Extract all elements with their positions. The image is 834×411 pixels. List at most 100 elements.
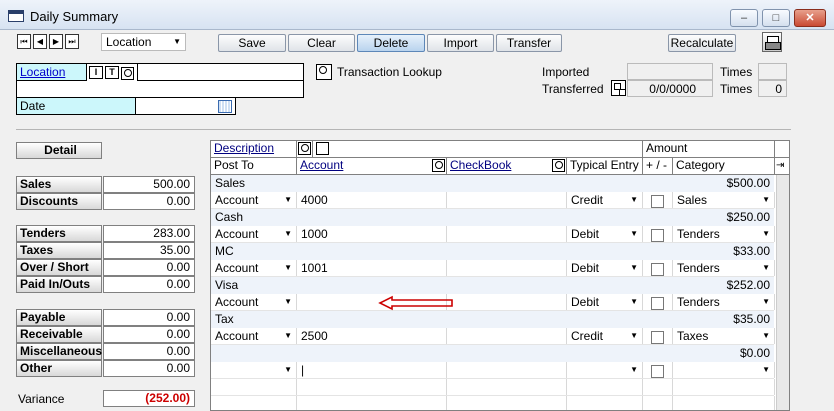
checkbook-header[interactable]: CheckBook — [447, 158, 567, 175]
category-select[interactable]: Tenders ▼ — [673, 226, 775, 242]
summary-button-sales[interactable]: Sales — [16, 176, 102, 193]
prev-record-button[interactable]: ◀ — [33, 34, 47, 49]
checkbook-input[interactable] — [447, 226, 567, 242]
transfer-button[interactable]: Transfer — [496, 34, 562, 52]
account-input[interactable]: 1001 — [297, 260, 447, 276]
summary-button-other[interactable]: Other — [16, 360, 102, 377]
account-input[interactable]: 4000 — [297, 192, 447, 208]
empty-row — [211, 379, 775, 396]
location-input[interactable] — [137, 64, 303, 81]
transaction-lookup-label[interactable]: Transaction Lookup — [337, 65, 442, 79]
post-to-select[interactable]: ▼ — [211, 362, 297, 378]
account-search-icon[interactable] — [432, 159, 445, 172]
typical-entry-select[interactable]: Credit ▼ — [567, 328, 643, 344]
category-header: Category — [673, 158, 775, 175]
post-to-select[interactable]: Account ▼ — [211, 192, 297, 208]
sign-checkbox[interactable] — [651, 229, 664, 242]
close-button[interactable]: ✕ — [794, 9, 826, 27]
summary-button-payable[interactable]: Payable — [16, 309, 102, 326]
location-label[interactable]: Location — [17, 64, 87, 81]
typical-entry-select[interactable]: Credit ▼ — [567, 192, 643, 208]
post-to-select[interactable]: Account ▼ — [211, 226, 297, 242]
export-icon[interactable]: ⇥ — [775, 158, 789, 175]
description-search-icon[interactable] — [297, 141, 313, 158]
typical-entry-select[interactable]: Debit ▼ — [567, 294, 643, 310]
summary-button-taxes[interactable]: Taxes — [16, 242, 102, 259]
post-to-select[interactable]: Account ▼ — [211, 294, 297, 310]
next-record-button[interactable]: ▶ — [49, 34, 63, 49]
last-record-button[interactable]: ⏭ — [65, 34, 79, 49]
description-header[interactable]: Description — [211, 141, 297, 158]
delete-button[interactable]: Delete — [357, 34, 425, 52]
imported-label: Imported — [542, 65, 590, 79]
checkbook-input[interactable] — [447, 362, 567, 378]
window-title: Daily Summary — [30, 9, 119, 24]
calendar-icon[interactable] — [218, 100, 232, 113]
typical-entry-select[interactable]: Debit ▼ — [567, 226, 643, 242]
summary-button-miscellaneous[interactable]: Miscellaneous — [16, 343, 102, 360]
group-row[interactable]: Tax $35.00 — [211, 311, 774, 328]
chevron-down-icon: ▼ — [762, 365, 770, 374]
clear-button[interactable]: Clear — [288, 34, 355, 52]
summary-button-over-short[interactable]: Over / Short — [16, 259, 102, 276]
recalculate-button[interactable]: Recalculate — [668, 34, 736, 52]
minimize-button[interactable]: – — [730, 9, 758, 27]
text-icon[interactable]: T — [105, 66, 119, 79]
checkbook-input[interactable] — [447, 260, 567, 276]
title-bar: Daily Summary – □ ✕ — [0, 0, 834, 30]
info-icon[interactable]: I — [89, 66, 103, 79]
detail-row: Account ▼ 1001 Debit ▼ Tenders ▼ — [211, 260, 775, 277]
printer-icon[interactable] — [762, 32, 782, 52]
sign-checkbox[interactable] — [651, 331, 664, 344]
chevron-down-icon: ▼ — [762, 195, 770, 204]
location-panel: Location I T — [16, 63, 304, 98]
account-input[interactable]: 1000 — [297, 226, 447, 242]
typical-entry-select[interactable]: ▼ — [567, 362, 643, 378]
transaction-lookup-icon[interactable] — [316, 64, 332, 80]
sign-checkbox[interactable] — [651, 195, 664, 208]
post-to-select[interactable]: Account ▼ — [211, 328, 297, 344]
save-button[interactable]: Save — [218, 34, 286, 52]
expand-icon[interactable] — [316, 142, 329, 156]
chevron-down-icon: ▼ — [173, 37, 181, 46]
category-select[interactable]: Tenders ▼ — [673, 260, 775, 276]
date-input[interactable] — [136, 97, 236, 115]
account-header[interactable]: Account — [297, 158, 447, 175]
summary-button-paid-in-outs[interactable]: Paid In/Outs — [16, 276, 102, 293]
import-button[interactable]: Import — [427, 34, 494, 52]
view-select[interactable]: Location ▼ — [101, 33, 186, 51]
group-row[interactable]: Sales $500.00 — [211, 175, 774, 192]
group-row[interactable]: Visa $252.00 — [211, 277, 774, 294]
group-amount: $0.00 — [739, 346, 770, 360]
category-select[interactable]: Sales ▼ — [673, 192, 775, 208]
sign-checkbox[interactable] — [651, 297, 664, 310]
group-row[interactable]: $0.00 — [211, 345, 774, 362]
account-input[interactable]: | — [297, 362, 447, 378]
first-record-button[interactable]: ⏮ — [17, 34, 31, 49]
post-to-select[interactable]: Account ▼ — [211, 260, 297, 276]
checkbook-input[interactable] — [447, 294, 567, 310]
location-search-icon[interactable] — [121, 66, 134, 81]
vertical-scrollbar[interactable] — [776, 175, 789, 410]
category-select[interactable]: Taxes ▼ — [673, 328, 775, 344]
summary-button-receivable[interactable]: Receivable — [16, 326, 102, 343]
sign-checkbox[interactable] — [651, 365, 664, 378]
transferred-detail-icon[interactable] — [611, 80, 626, 96]
summary-button-discounts[interactable]: Discounts — [16, 193, 102, 210]
maximize-button[interactable]: □ — [762, 9, 790, 27]
checkbook-input[interactable] — [447, 328, 567, 344]
group-description: Tax — [215, 312, 234, 326]
checkbook-input[interactable] — [447, 192, 567, 208]
columns-icon[interactable] — [775, 141, 789, 158]
detail-button[interactable]: Detail — [16, 142, 102, 159]
typical-entry-select[interactable]: Debit ▼ — [567, 260, 643, 276]
plus-minus-cell — [643, 362, 673, 378]
summary-button-tenders[interactable]: Tenders — [16, 225, 102, 242]
group-row[interactable]: MC $33.00 — [211, 243, 774, 260]
checkbook-search-icon[interactable] — [552, 159, 565, 172]
account-input[interactable]: 2500 — [297, 328, 447, 344]
group-row[interactable]: Cash $250.00 — [211, 209, 774, 226]
sign-checkbox[interactable] — [651, 263, 664, 276]
category-select[interactable]: ▼ — [673, 362, 775, 378]
category-select[interactable]: Tenders ▼ — [673, 294, 775, 310]
